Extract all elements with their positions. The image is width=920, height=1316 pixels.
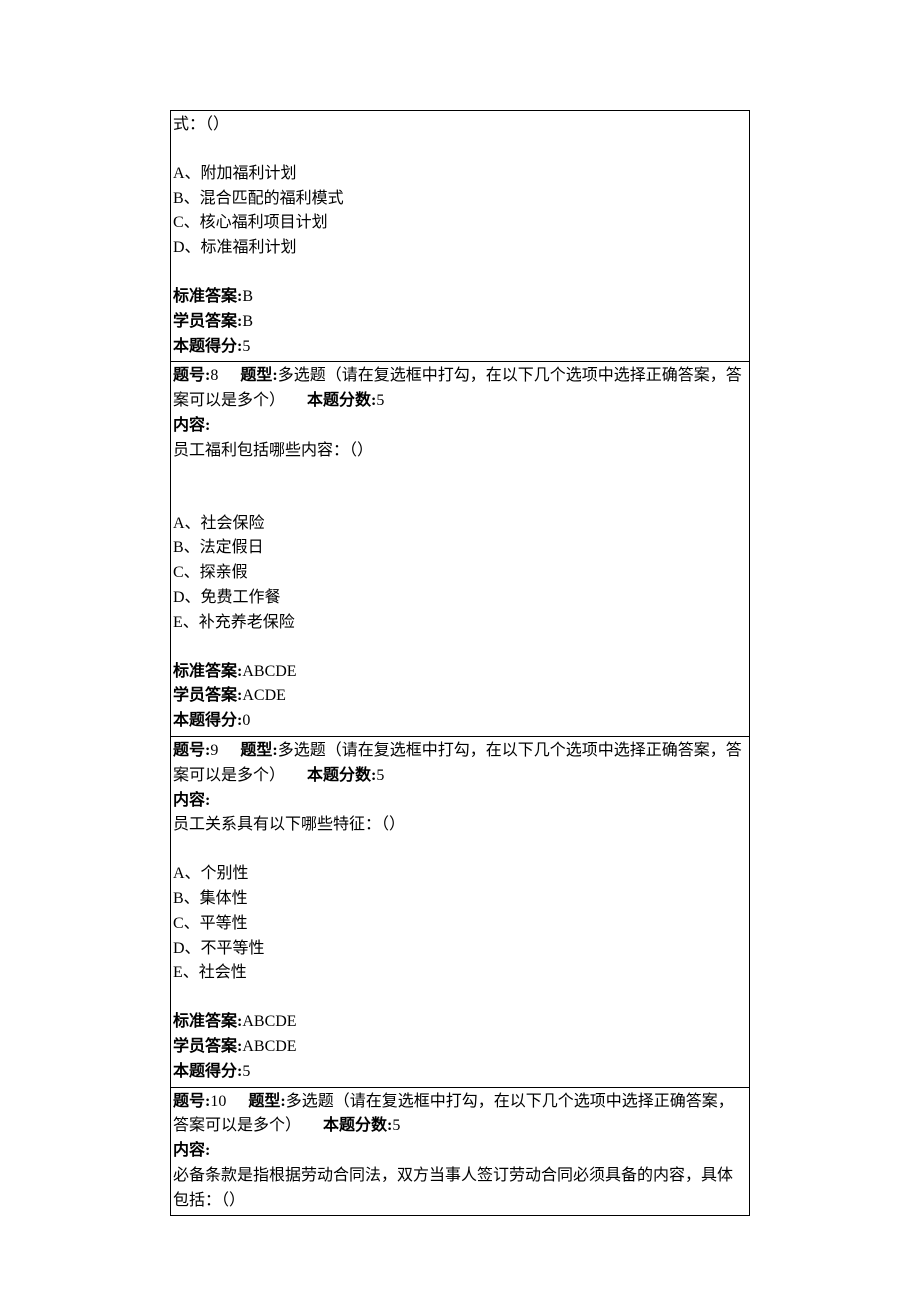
q7-correct-answer-row: 标准答案:B <box>173 285 745 310</box>
q9-no: 9 <box>210 742 218 759</box>
q9-correct-answer-row: 标准答案:ABCDE <box>173 1010 745 1035</box>
blank-line <box>173 464 745 488</box>
content-label: 内容: <box>173 1139 745 1164</box>
earned-score-label: 本题得分: <box>173 712 242 729</box>
question-10-cell: 题号:10题型:多选题（请在复选框中打勾，在以下几个选项中选择正确答案，答案可以… <box>171 1088 749 1217</box>
blank-line <box>173 986 745 1010</box>
q8-option-b: B、法定假日 <box>173 536 745 561</box>
q9-earned: 5 <box>242 1063 250 1080</box>
q7-option-c: C、核心福利项目计划 <box>173 211 745 236</box>
content-label: 内容: <box>173 789 745 814</box>
student-answer-label: 学员答案: <box>173 687 242 704</box>
correct-answer-label: 标准答案: <box>173 288 242 305</box>
blank-line <box>173 138 745 162</box>
q9-option-e: E、社会性 <box>173 961 745 986</box>
q8-correct-answer: ABCDE <box>242 663 296 680</box>
q7-correct-answer: B <box>242 288 253 305</box>
q9-header-row: 题号:9题型:多选题（请在复选框中打勾，在以下几个选项中选择正确答案，答案可以是… <box>173 739 745 789</box>
q9-option-c: C、平等性 <box>173 912 745 937</box>
q9-option-a: A、个别性 <box>173 862 745 887</box>
correct-answer-label: 标准答案: <box>173 663 242 680</box>
q10-header-row: 题号:10题型:多选题（请在复选框中打勾，在以下几个选项中选择正确答案，答案可以… <box>173 1090 745 1140</box>
q8-earned: 0 <box>242 712 250 729</box>
q7-student-answer: B <box>242 313 253 330</box>
question-type-label: 题型: <box>248 1093 285 1110</box>
q8-no: 8 <box>210 367 218 384</box>
q8-student-answer-row: 学员答案:ACDE <box>173 684 745 709</box>
q9-student-answer: ABCDE <box>242 1038 296 1055</box>
q8-option-e: E、补充养老保险 <box>173 611 745 636</box>
question-9-cell: 题号:9题型:多选题（请在复选框中打勾，在以下几个选项中选择正确答案，答案可以是… <box>171 737 749 1088</box>
blank-line <box>173 261 745 285</box>
question-score-label: 本题分数: <box>307 392 376 409</box>
q7-student-answer-row: 学员答案:B <box>173 310 745 335</box>
q9-earned-row: 本题得分:5 <box>173 1060 745 1085</box>
question-score-label: 本题分数: <box>323 1117 392 1134</box>
earned-score-label: 本题得分: <box>173 1063 242 1080</box>
question-8-cell: 题号:8题型:多选题（请在复选框中打勾，在以下几个选项中选择正确答案，答案可以是… <box>171 362 749 737</box>
blank-line <box>173 488 745 512</box>
table-outline: 式：（） A、附加福利计划 B、混合匹配的福利模式 C、核心福利项目计划 D、标… <box>170 110 750 1216</box>
q10-no: 10 <box>210 1093 226 1110</box>
question-type-label: 题型: <box>240 742 277 759</box>
q9-correct-answer: ABCDE <box>242 1013 296 1030</box>
q8-score: 5 <box>376 392 384 409</box>
q9-option-b: B、集体性 <box>173 887 745 912</box>
q7-earned: 5 <box>242 338 250 355</box>
q9-option-d: D、不平等性 <box>173 937 745 962</box>
q7-earned-row: 本题得分:5 <box>173 335 745 360</box>
q7-option-b: B、混合匹配的福利模式 <box>173 187 745 212</box>
q8-header-row: 题号:8题型:多选题（请在复选框中打勾，在以下几个选项中选择正确答案，答案可以是… <box>173 364 745 414</box>
q9-score: 5 <box>376 767 384 784</box>
q8-earned-row: 本题得分:0 <box>173 709 745 734</box>
q9-student-answer-row: 学员答案:ABCDE <box>173 1035 745 1060</box>
student-answer-label: 学员答案: <box>173 313 242 330</box>
q10-score: 5 <box>392 1117 400 1134</box>
q7-option-a: A、附加福利计划 <box>173 162 745 187</box>
q8-correct-answer-row: 标准答案:ABCDE <box>173 660 745 685</box>
q8-option-c: C、探亲假 <box>173 561 745 586</box>
q8-option-d: D、免费工作餐 <box>173 586 745 611</box>
q9-stem: 员工关系具有以下哪些特征：（） <box>173 813 745 838</box>
page: 式：（） A、附加福利计划 B、混合匹配的福利模式 C、核心福利项目计划 D、标… <box>0 0 920 1316</box>
q10-stem: 必备条款是指根据劳动合同法，双方当事人签订劳动合同必须具备的内容，具体包括：（） <box>173 1164 745 1214</box>
q8-stem: 员工福利包括哪些内容：（） <box>173 439 745 464</box>
content-label: 内容: <box>173 414 745 439</box>
q7-option-d: D、标准福利计划 <box>173 236 745 261</box>
question-type-label: 题型: <box>240 367 277 384</box>
blank-line <box>173 838 745 862</box>
question-no-label: 题号: <box>173 742 210 759</box>
q8-option-a: A、社会保险 <box>173 512 745 537</box>
q7-stem-fragment: 式：（） <box>173 113 745 138</box>
question-score-label: 本题分数: <box>307 767 376 784</box>
question-no-label: 题号: <box>173 367 210 384</box>
question-7-cell: 式：（） A、附加福利计划 B、混合匹配的福利模式 C、核心福利项目计划 D、标… <box>171 110 749 362</box>
correct-answer-label: 标准答案: <box>173 1013 242 1030</box>
blank-line <box>173 636 745 660</box>
q8-student-answer: ACDE <box>242 687 286 704</box>
question-no-label: 题号: <box>173 1093 210 1110</box>
student-answer-label: 学员答案: <box>173 1038 242 1055</box>
earned-score-label: 本题得分: <box>173 338 242 355</box>
